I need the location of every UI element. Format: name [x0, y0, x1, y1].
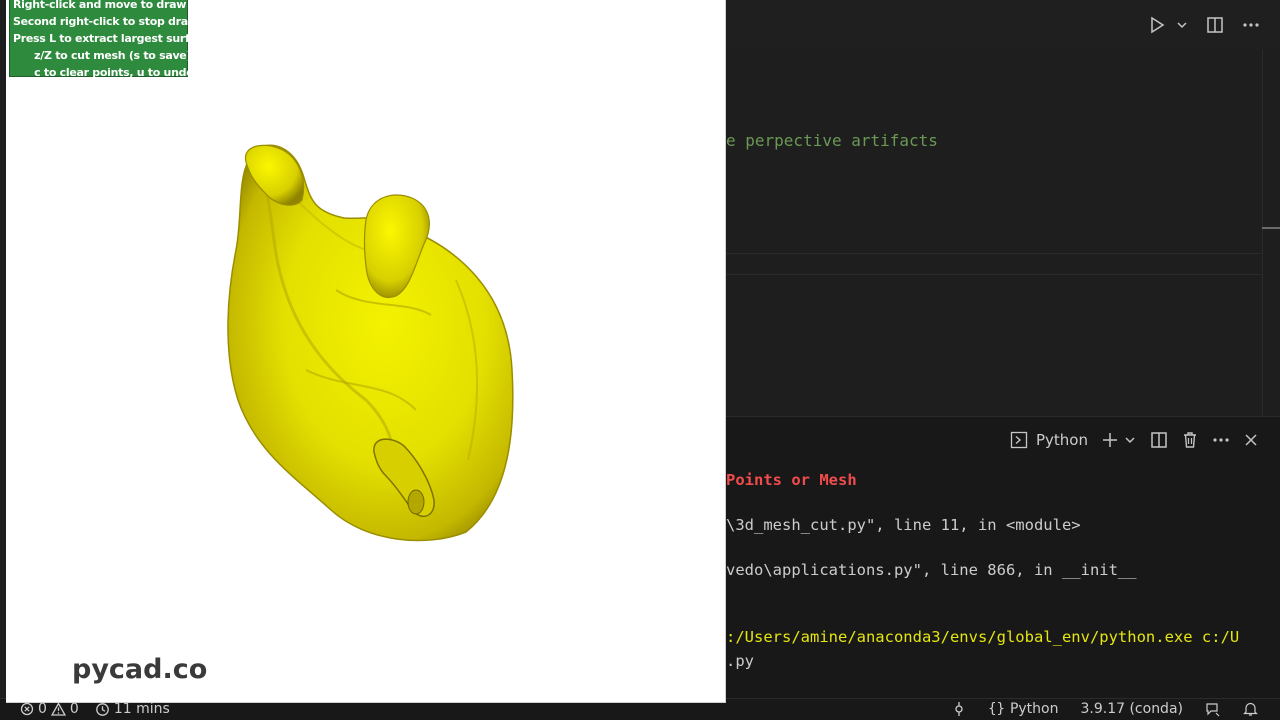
terminal-line: \3d_mesh_cut.py", line 11, in <module> — [726, 516, 1081, 534]
language-label: Python — [1009, 701, 1059, 717]
terminal-toolbar: Python — [1010, 431, 1258, 449]
interpreter-label[interactable]: 3.9.17 (conda) — [1080, 701, 1183, 717]
close-icon[interactable] — [1244, 433, 1258, 447]
instruction-line: c to clear points, u to undo — [13, 66, 194, 79]
feedback-icon[interactable] — [1205, 701, 1221, 717]
more-icon[interactable] — [1212, 437, 1230, 443]
editor-scrollbar-track — [1262, 50, 1263, 416]
error-count: 0 — [38, 701, 47, 717]
trash-icon[interactable] — [1182, 431, 1198, 449]
add-terminal-icon[interactable] — [1102, 432, 1118, 448]
time-tracker[interactable]: 11 mins — [95, 701, 170, 717]
time-label: 11 mins — [113, 701, 170, 717]
instruction-line: Right-click and move to draw line — [13, 0, 212, 11]
split-terminal-icon[interactable] — [1150, 431, 1168, 449]
editor-scrollbar-thumb[interactable] — [1262, 227, 1280, 229]
instructions-box: Right-click and move to draw line Second… — [9, 0, 217, 79]
warning-count: 0 — [69, 701, 79, 717]
terminal-tab[interactable]: Python — [1010, 431, 1088, 449]
instruction-line: Press L to extract largest surface — [13, 32, 211, 45]
heart-mesh[interactable] — [216, 140, 526, 554]
history-icon — [95, 702, 109, 716]
editor-actions — [1148, 16, 1260, 34]
language-mode[interactable]: {} Python — [988, 701, 1058, 717]
terminal-panel: Python Points or Mesh \3d_mesh_cut.py", … — [726, 416, 1280, 698]
watermark-logo: pycad.co — [72, 654, 208, 685]
error-icon — [20, 702, 34, 716]
instruction-line: z/Z to cut mesh (s to save) — [13, 49, 192, 62]
run-icon[interactable] — [1148, 16, 1166, 34]
editor-title-area — [726, 0, 1280, 50]
terminal-line: .py — [726, 652, 754, 670]
terminal-line: :/Users/amine/anaconda3/envs/global_env/… — [726, 628, 1240, 646]
terminal-dropdown-icon[interactable] — [1124, 434, 1136, 446]
code-editor[interactable] — [726, 50, 1280, 416]
more-icon[interactable] — [1242, 22, 1260, 28]
chevron-down-icon[interactable] — [1176, 19, 1188, 31]
braces-icon: {} — [988, 701, 1005, 717]
code-comment-line: e perpective artifacts — [726, 131, 938, 150]
git-commit-icon[interactable] — [952, 702, 966, 716]
terminal-line: vedo\applications.py", line 866, in __in… — [726, 561, 1137, 579]
instruction-line: Second right-click to stop drawing — [13, 15, 217, 28]
terminal-icon — [1010, 431, 1028, 449]
problems-indicator[interactable]: 0 0 — [20, 701, 79, 717]
split-editor-icon[interactable] — [1206, 16, 1224, 34]
bell-icon[interactable] — [1243, 701, 1258, 717]
terminal-line: Points or Mesh — [726, 471, 857, 489]
vedo-viewer-window[interactable]: Right-click and move to draw line Second… — [6, 0, 726, 703]
warning-icon — [50, 702, 66, 716]
terminal-name-label: Python — [1036, 431, 1088, 449]
current-line-highlight — [726, 253, 1262, 275]
